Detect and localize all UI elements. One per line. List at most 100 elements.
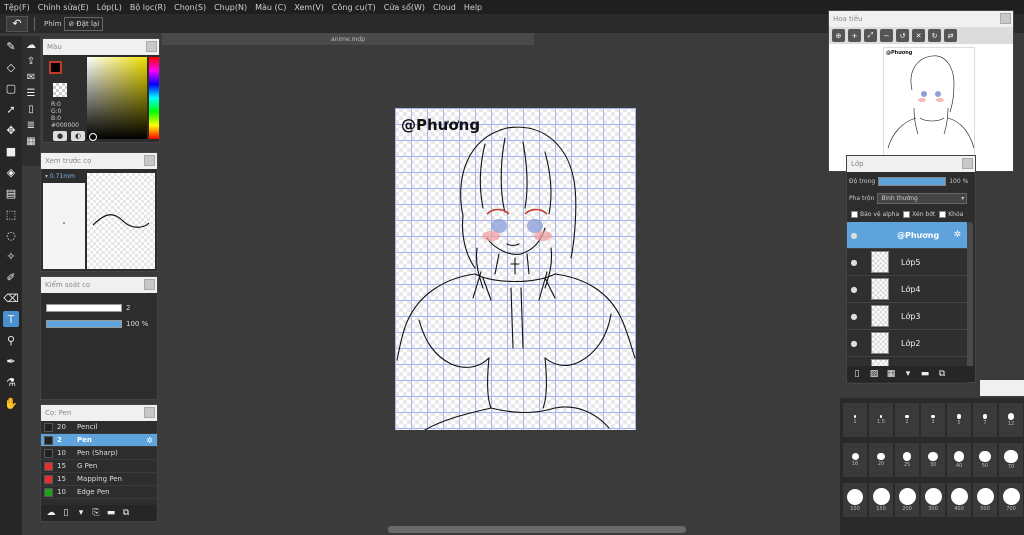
layer-folder-icon[interactable]: ▬ <box>919 368 931 380</box>
magic-wand-tool-icon[interactable]: ✧ <box>3 248 19 264</box>
reset-view-icon[interactable]: ✕ <box>912 29 925 42</box>
lock-checkbox[interactable] <box>939 210 947 218</box>
menu-item-2[interactable]: Lớp(L) <box>97 3 122 12</box>
visibility-icon[interactable]: ● <box>847 312 861 321</box>
brush-size-cell[interactable]: 100 <box>842 482 868 518</box>
reset-button[interactable]: ⊘ Đặt lại <box>64 16 104 31</box>
layer-list-scrollbar[interactable] <box>967 222 973 372</box>
menu-item-10[interactable]: Cloud <box>433 3 456 12</box>
lasso-tool-icon[interactable]: ➚ <box>3 101 19 117</box>
new-layer-color-icon[interactable]: ▨ <box>868 368 880 380</box>
rotate-left-icon[interactable]: ↺ <box>896 29 909 42</box>
blend-mode-select[interactable]: Bình thường ▾ <box>877 192 968 204</box>
foreground-color-swatch[interactable] <box>49 61 62 74</box>
brush-opacity-slider[interactable] <box>46 320 122 328</box>
brush-size-cell[interactable]: 2 <box>894 402 920 438</box>
navigator-close[interactable] <box>1000 13 1011 24</box>
cloud-brush-icon[interactable]: ☁ <box>45 507 57 519</box>
brush-row[interactable]: 20 Pencil <box>41 421 157 434</box>
clipping-checkbox[interactable] <box>903 210 911 218</box>
brush-preview-close[interactable] <box>144 155 155 166</box>
list-icon[interactable]: ≣ <box>24 118 38 132</box>
brush-size-cell[interactable]: 25 <box>894 442 920 478</box>
cloud-icon[interactable]: ☁ <box>24 38 38 52</box>
brush-control-close[interactable] <box>144 279 155 290</box>
transparent-swatch[interactable] <box>53 83 67 97</box>
brush-size-cell[interactable]: 3 <box>920 402 946 438</box>
layer-opacity-slider[interactable] <box>878 176 947 186</box>
color-picker-cursor[interactable] <box>89 133 97 141</box>
brush-duplicate-icon[interactable]: ⧉ <box>120 507 132 519</box>
zoom-out-icon[interactable]: − <box>880 29 893 42</box>
visibility-icon[interactable]: ● <box>847 339 861 348</box>
layer-panel-close[interactable] <box>962 158 973 169</box>
protect-alpha-checkbox[interactable] <box>851 210 858 218</box>
layer-menu-icon[interactable]: ▾ <box>902 368 914 380</box>
share-icon[interactable]: ⇪ <box>24 54 38 68</box>
color-panel-close[interactable] <box>146 41 157 52</box>
menu-item-9[interactable]: Cửa sổ(W) <box>384 3 425 12</box>
menu-item-0[interactable]: Tệp(F) <box>4 3 30 12</box>
menu-item-8[interactable]: Công cụ(T) <box>332 3 376 12</box>
canvas-horizontal-scrollbar[interactable] <box>388 526 686 533</box>
layer-row[interactable]: ● Lớp5 <box>847 249 967 276</box>
brush-tool-icon[interactable]: ✎ <box>3 38 19 54</box>
flip-icon[interactable]: ⇄ <box>944 29 957 42</box>
select-tool-icon[interactable]: ⬚ <box>3 206 19 222</box>
layer-row[interactable]: ● Lớp3 <box>847 303 967 330</box>
lasso-select-tool-icon[interactable]: ◌ <box>3 227 19 243</box>
select-eraser-tool-icon[interactable]: ⌫ <box>3 290 19 306</box>
menu-item-1[interactable]: Chỉnh sửa(E) <box>38 3 89 12</box>
brush-size-cell[interactable]: 20 <box>868 442 894 478</box>
pen-tool-icon[interactable]: ✒ <box>3 353 19 369</box>
layer-row[interactable]: ● Lớp2 <box>847 330 967 357</box>
brush-size-cell[interactable]: 40 <box>946 442 972 478</box>
bucket-tool-icon[interactable]: ◈ <box>3 164 19 180</box>
brush-size-cell[interactable]: 200 <box>894 482 920 518</box>
menu-item-5[interactable]: Chụp(N) <box>214 3 247 12</box>
document-tab[interactable]: anime.mdp <box>162 33 534 45</box>
hue-slider[interactable] <box>149 57 159 139</box>
gradient-tool-icon[interactable]: ▤ <box>3 185 19 201</box>
brush-size-cell[interactable]: 150 <box>868 482 894 518</box>
brush-copy-icon[interactable]: ⎘ <box>90 507 102 519</box>
brush-size-slider[interactable] <box>46 304 122 312</box>
rotate-right-icon[interactable]: ↻ <box>928 29 941 42</box>
new-halftone-layer-icon[interactable]: ▦ <box>885 368 897 380</box>
undo-button[interactable]: ↶ <box>6 15 28 32</box>
fill-rect-tool-icon[interactable]: ■ <box>3 143 19 159</box>
brush-size-cell[interactable]: 1 <box>842 402 868 438</box>
drawing-canvas[interactable]: @Phương <box>395 108 636 430</box>
new-brush-icon[interactable]: ▯ <box>60 507 72 519</box>
brush-row[interactable]: 2 Pen ✲ <box>41 434 157 447</box>
brush-size-cell[interactable]: 1.5 <box>868 402 894 438</box>
grid-icon[interactable]: ▦ <box>24 134 38 148</box>
brush-size-cell[interactable]: 5 <box>946 402 972 438</box>
eraser-tool-icon[interactable]: ◇ <box>3 59 19 75</box>
gear-icon[interactable]: ✲ <box>146 436 153 445</box>
brush-size-cell[interactable]: 16 <box>842 442 868 478</box>
brush-settings-icon[interactable]: ▾ <box>75 507 87 519</box>
menu-item-11[interactable]: Help <box>464 3 482 12</box>
brush-size-cell[interactable]: 300 <box>920 482 946 518</box>
brush-list-close[interactable] <box>144 407 155 418</box>
gear-icon[interactable]: ✲ <box>953 230 961 240</box>
saturation-value-picker[interactable] <box>87 57 147 139</box>
brush-folder-icon[interactable]: ▬ <box>105 507 117 519</box>
text-tool-icon[interactable]: T <box>3 311 19 327</box>
duplicate-layer-icon[interactable]: ⧉ <box>936 368 948 380</box>
brush-size-cell[interactable]: 700 <box>998 482 1024 518</box>
menu-item-6[interactable]: Màu (C) <box>255 3 286 12</box>
eyedropper-tool-icon[interactable]: ⚗ <box>3 374 19 390</box>
zoom-fit-icon[interactable]: ⊕ <box>832 29 845 42</box>
visibility-icon[interactable]: ● <box>847 258 861 267</box>
rect-select-tool-icon[interactable]: ▢ <box>3 80 19 96</box>
menu-item-7[interactable]: Xem(V) <box>294 3 324 12</box>
menu-item-4[interactable]: Chọn(S) <box>174 3 206 12</box>
visibility-icon[interactable]: ● <box>847 231 861 240</box>
brush-row[interactable]: 15 Mapping Pen <box>41 473 157 486</box>
select-pen-tool-icon[interactable]: ✐ <box>3 269 19 285</box>
move-tool-icon[interactable]: ✥ <box>3 122 19 138</box>
layer-row[interactable]: ● Lớp4 <box>847 276 967 303</box>
brush-size-cell[interactable]: 70 <box>998 442 1024 478</box>
